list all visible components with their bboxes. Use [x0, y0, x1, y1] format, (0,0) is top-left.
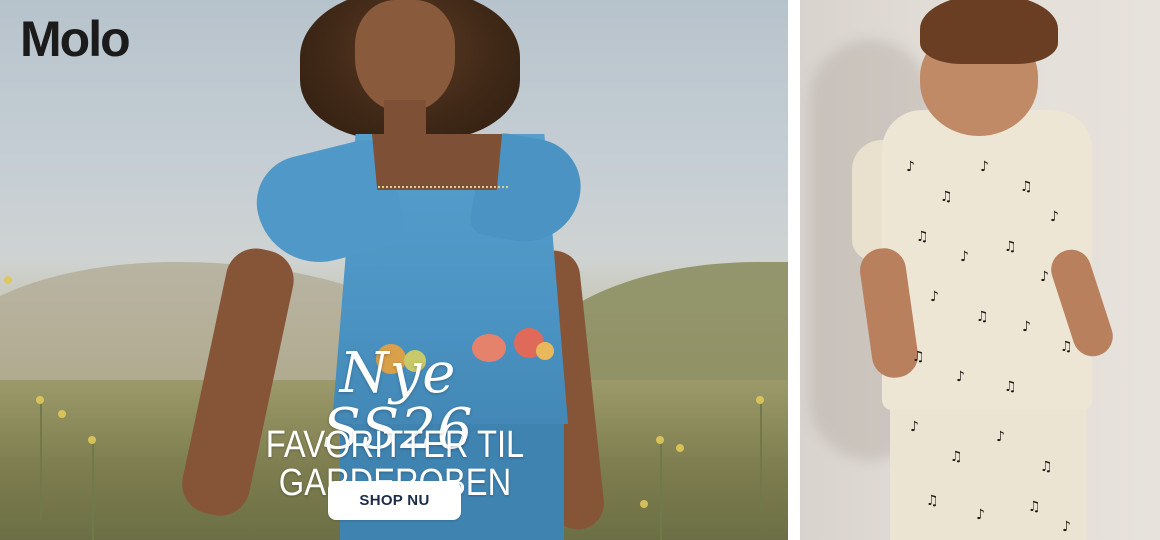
flower — [756, 396, 764, 404]
music-note-print: ♪ — [906, 159, 915, 175]
embroidery-flower — [536, 342, 554, 360]
girl-face — [355, 0, 455, 112]
music-note-print: ♪ — [1062, 519, 1071, 535]
hero-image-left[interactable]: Molo Nye SS26 FAVORITTER TIL GARDEROBEN … — [0, 0, 788, 540]
flower — [640, 500, 648, 508]
flower — [656, 436, 664, 444]
toddler-hair — [920, 0, 1058, 64]
music-note-print: ♫ — [976, 309, 989, 325]
music-note-print: ♫ — [912, 349, 925, 365]
hero-image-right[interactable]: ♪ ♫ ♪ ♫ ♪ ♫ ♪ ♫ ♪ ♪ ♫ ♪ ♫ ♫ ♪ ♫ ♪ ♫ ♪ ♫ … — [800, 0, 1160, 540]
flower-stem — [40, 400, 42, 520]
top-neckline — [372, 134, 502, 190]
music-note-print: ♪ — [1050, 209, 1059, 225]
music-note-print: ♪ — [960, 249, 969, 265]
flower — [88, 436, 96, 444]
music-note-print: ♪ — [930, 289, 939, 305]
music-note-print: ♫ — [1004, 379, 1017, 395]
music-note-print: ♪ — [1022, 319, 1031, 335]
flower — [58, 410, 66, 418]
printed-pants — [890, 400, 1086, 540]
campaign-banner[interactable]: Molo Nye SS26 FAVORITTER TIL GARDEROBEN … — [0, 0, 1160, 540]
music-note-print: ♫ — [1040, 459, 1053, 475]
flower — [676, 444, 684, 452]
flower-stem — [660, 440, 662, 540]
molo-logo[interactable]: Molo — [20, 14, 131, 64]
music-note-print: ♪ — [956, 369, 965, 385]
music-note-print: ♫ — [1004, 239, 1017, 255]
music-note-print: ♫ — [916, 229, 929, 245]
top-yoke-stitching — [378, 186, 508, 190]
flower-stem — [760, 400, 762, 510]
music-note-print: ♫ — [1028, 499, 1041, 515]
music-note-print: ♫ — [926, 493, 939, 509]
music-note-print: ♪ — [980, 159, 989, 175]
flower — [4, 276, 12, 284]
music-note-print: ♫ — [1060, 339, 1073, 355]
music-note-print: ♪ — [910, 419, 919, 435]
shop-now-button[interactable]: SHOP NU — [328, 481, 461, 520]
flower — [36, 396, 44, 404]
music-note-print: ♫ — [950, 449, 963, 465]
flower-stem — [92, 440, 94, 540]
music-note-print: ♪ — [996, 429, 1005, 445]
music-note-print: ♫ — [940, 189, 953, 205]
music-note-print: ♫ — [1020, 179, 1033, 195]
music-note-print: ♪ — [976, 507, 985, 523]
music-note-print: ♪ — [1040, 269, 1049, 285]
